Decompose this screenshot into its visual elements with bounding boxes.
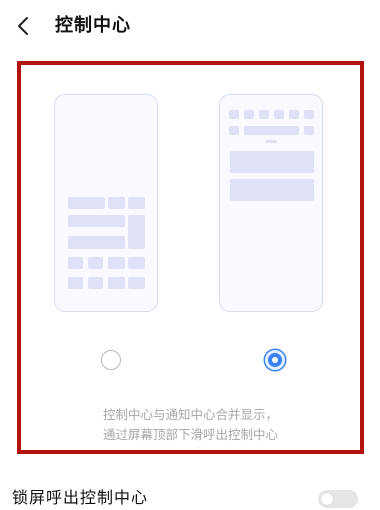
merged-mode-preview[interactable] (219, 94, 323, 312)
description-line: 通过屏幕顶部下滑呼出控制中心 (102, 427, 278, 442)
preview-handle (265, 140, 277, 143)
preview-block (244, 126, 299, 135)
preview-block (229, 110, 239, 119)
preview-block (68, 215, 125, 227)
separate-mode-radio[interactable] (101, 350, 121, 370)
mode-description: 控制中心与通知中心合并显示， 通过屏幕顶部下滑呼出控制中心 (21, 405, 360, 445)
preview-block (274, 110, 284, 119)
preview-block (108, 257, 125, 269)
toggle-knob (321, 493, 333, 505)
preview-block (128, 277, 145, 289)
preview-block (229, 126, 239, 135)
page-title: 控制中心 (55, 15, 131, 36)
preview-block (128, 197, 145, 209)
lock-screen-toggle[interactable] (318, 490, 358, 508)
separate-mode-preview[interactable] (54, 94, 158, 312)
mode-selection-panel: 控制中心与通知中心合并显示， 通过屏幕顶部下滑呼出控制中心 (17, 61, 364, 454)
lock-screen-setting-label: 锁屏呼出控制中心 (12, 488, 149, 507)
preview-block (128, 215, 145, 249)
preview-block (244, 110, 254, 119)
chevron-left-icon (18, 17, 28, 35)
preview-block (289, 110, 299, 119)
preview-block (68, 257, 83, 269)
preview-block (68, 197, 105, 209)
preview-block (230, 179, 314, 201)
preview-block (68, 277, 83, 289)
preview-block (230, 151, 314, 173)
lock-screen-setting-row[interactable]: 锁屏呼出控制中心 (0, 470, 380, 510)
preview-block (88, 257, 103, 269)
merged-mode-radio[interactable] (265, 350, 285, 370)
preview-block (128, 257, 145, 269)
header-bar: 控制中心 (0, 0, 380, 52)
preview-block (88, 277, 103, 289)
preview-block (304, 110, 314, 119)
preview-block (259, 110, 269, 119)
back-button[interactable] (8, 10, 40, 42)
preview-block (68, 236, 125, 249)
preview-block (108, 277, 125, 289)
description-line: 控制中心与通知中心合并显示， (102, 407, 278, 422)
preview-block (304, 126, 314, 135)
preview-block (108, 197, 125, 209)
